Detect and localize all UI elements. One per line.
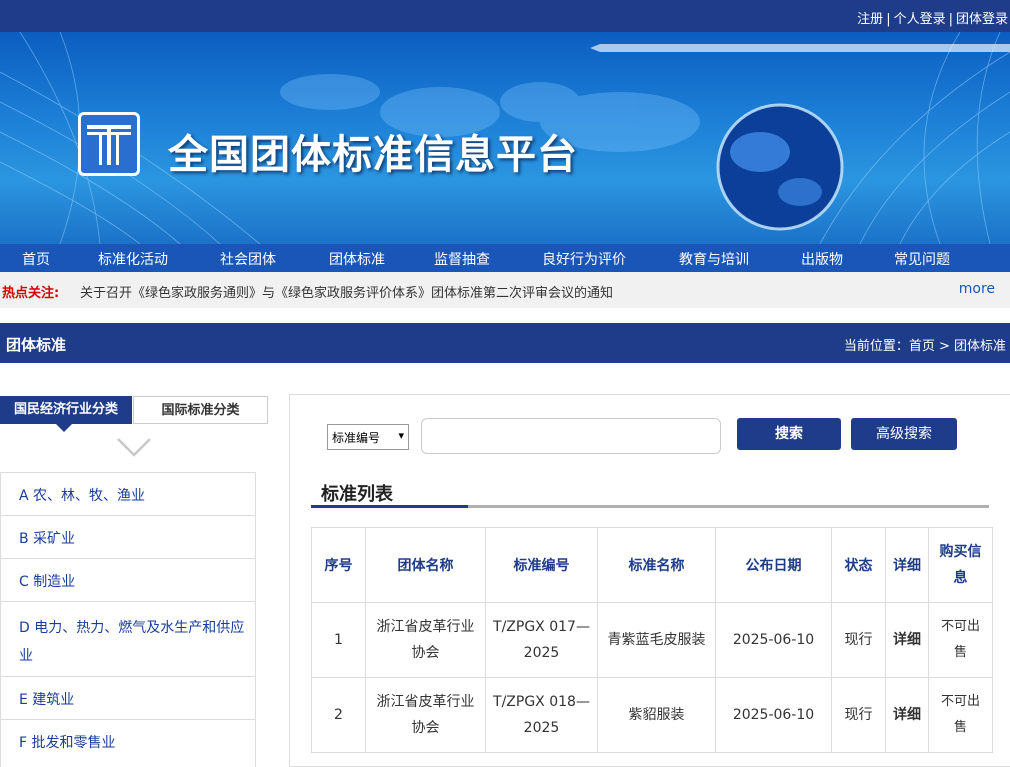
- hot-news-label: 热点关注:: [2, 286, 60, 301]
- cell-status: 现行: [831, 602, 886, 678]
- table-header-row: 序号 团体名称 标准编号 标准名称 公布日期 状态 详细 购买信息: [311, 527, 993, 603]
- cell-date: 2025-06-10: [715, 602, 832, 678]
- cell-org: 浙江省皮革行业协会: [365, 677, 486, 753]
- active-tab-pointer: [56, 424, 72, 432]
- col-header-org: 团体名称: [365, 527, 486, 603]
- cell-name[interactable]: 紫貂服装: [597, 677, 716, 753]
- cell-status: 现行: [831, 677, 886, 753]
- nav-item-publications[interactable]: 出版物: [801, 249, 843, 269]
- nav-item-supervision[interactable]: 监督抽查: [434, 249, 490, 269]
- section-header: 团体标准 当前位置：首页 > 团体标准: [0, 323, 1010, 363]
- nav-item-standardization-activities[interactable]: 标准化活动: [98, 249, 168, 269]
- category-item-a[interactable]: A 农、林、牧、渔业: [0, 472, 256, 515]
- site-banner: 全国团体标准信息平台: [0, 32, 1010, 244]
- more-link[interactable]: more: [959, 281, 995, 297]
- register-link[interactable]: 注册: [857, 12, 883, 27]
- nav-item-social-groups[interactable]: 社会团体: [220, 249, 276, 269]
- table-row: 2 浙江省皮革行业协会 T/ZPGX 018—2025 紫貂服装 2025-06…: [311, 677, 993, 753]
- top-bar: 注册 | 个人登录 | 团体登录: [0, 0, 1010, 32]
- logo-t-icon: [87, 125, 131, 165]
- chevron-down-icon: ▾: [398, 429, 404, 442]
- search-field-select[interactable]: 标准编号 ▾: [327, 424, 409, 450]
- cell-code: T/ZPGX 017—2025: [485, 602, 598, 678]
- tab-international-classification[interactable]: 国际标准分类: [133, 396, 268, 424]
- search-button[interactable]: 搜索: [737, 418, 841, 450]
- category-item-d[interactable]: D 电力、热力、燃气及水生产和供应业: [0, 601, 256, 676]
- chevron-down-icon[interactable]: [116, 436, 152, 458]
- breadcrumb: 当前位置：首页 > 团体标准: [843, 339, 1006, 354]
- main-nav: 首页 标准化活动 社会团体 团体标准 监督抽查 良好行为评价 教育与培训 出版物…: [0, 244, 1010, 272]
- cell-name[interactable]: 青紫蓝毛皮服装: [597, 602, 716, 678]
- table-row: 1 浙江省皮革行业协会 T/ZPGX 017—2025 青紫蓝毛皮服装 2025…: [311, 602, 993, 678]
- cell-code: T/ZPGX 018—2025: [485, 677, 598, 753]
- nav-item-group-standards[interactable]: 团体标准: [329, 249, 385, 269]
- section-title: 团体标准: [6, 336, 67, 354]
- category-item-b[interactable]: B 采矿业: [0, 515, 256, 558]
- category-tabs: 国民经济行业分类 国际标准分类: [0, 396, 268, 424]
- col-header-buy: 购买信息: [928, 527, 993, 603]
- standards-table: 序号 团体名称 标准编号 标准名称 公布日期 状态 详细 购买信息 1 浙江省皮…: [311, 527, 993, 753]
- search-input[interactable]: [421, 418, 721, 454]
- category-item-f[interactable]: F 批发和零售业: [0, 719, 256, 767]
- list-title-underline: [311, 505, 468, 508]
- col-header-no: 序号: [311, 527, 366, 603]
- nav-item-education[interactable]: 教育与培训: [679, 249, 749, 269]
- cell-date: 2025-06-10: [715, 677, 832, 753]
- cell-no: 1: [311, 602, 366, 678]
- account-links: 注册 | 个人登录 | 团体登录: [857, 12, 1008, 27]
- tab-industry-classification[interactable]: 国民经济行业分类: [0, 396, 132, 424]
- advanced-search-button[interactable]: 高级搜索: [851, 418, 957, 450]
- cell-buy: 不可出售: [928, 602, 993, 678]
- nav-item-home[interactable]: 首页: [22, 249, 50, 269]
- site-title: 全国团体标准信息平台: [168, 132, 578, 178]
- category-item-e[interactable]: E 建筑业: [0, 676, 256, 719]
- hot-news-bar: 热点关注: 关于召开《绿色家政服务通则》与《绿色家政服务评价体系》团体标准第二次…: [0, 272, 1010, 308]
- detail-link[interactable]: 详细: [885, 602, 929, 678]
- group-login-link[interactable]: 团体登录: [956, 12, 1008, 27]
- detail-link[interactable]: 详细: [885, 677, 929, 753]
- nav-item-faq[interactable]: 常见问题: [894, 249, 950, 269]
- site-logo[interactable]: [78, 112, 140, 176]
- hot-news-link[interactable]: 关于召开《绿色家政服务通则》与《绿色家政服务评价体系》团体标准第二次评审会议的通…: [80, 282, 613, 301]
- category-item-c[interactable]: C 制造业: [0, 558, 256, 601]
- cell-no: 2: [311, 677, 366, 753]
- cell-buy: 不可出售: [928, 677, 993, 753]
- cell-org: 浙江省皮革行业协会: [365, 602, 486, 678]
- nav-item-good-behavior[interactable]: 良好行为评价: [542, 249, 626, 269]
- col-header-name: 标准名称: [597, 527, 716, 603]
- col-header-date: 公布日期: [715, 527, 832, 603]
- col-header-detail: 详细: [885, 527, 929, 603]
- personal-login-link[interactable]: 个人登录: [894, 12, 946, 27]
- list-title: 标准列表: [321, 484, 393, 505]
- col-header-status: 状态: [831, 527, 886, 603]
- col-header-code: 标准编号: [485, 527, 598, 603]
